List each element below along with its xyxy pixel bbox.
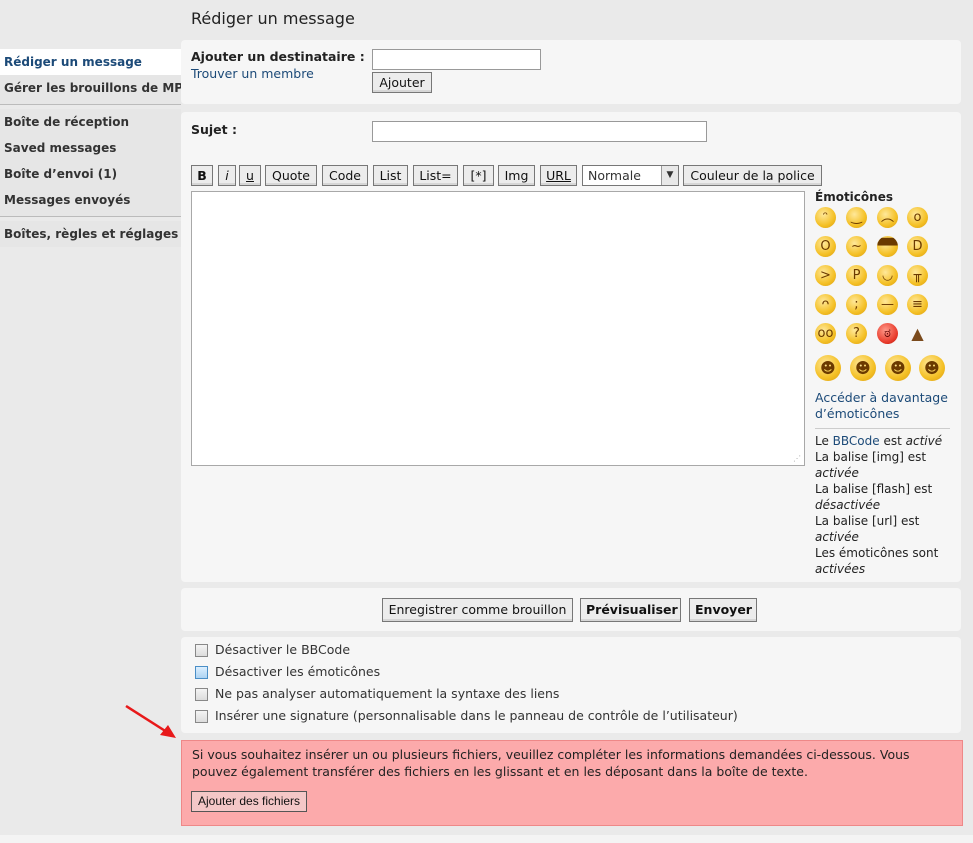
img-status-text: La balise [img] est [815,450,927,464]
url-button[interactable]: URL [540,165,577,186]
smilies-state: activées [815,562,866,576]
mad-icon[interactable]: >< [815,265,836,286]
page-title: Rédiger un message [191,9,355,28]
razz-icon[interactable]: P [846,265,867,286]
sidebar-item-saved[interactable]: Saved messages [0,135,181,161]
send-button[interactable]: Envoyer [689,598,757,622]
url-status-text: La balise [url] est [815,514,920,528]
wink-icon[interactable]: ; [846,294,867,315]
detective-icon[interactable]: ☻ [919,355,945,381]
footer-strip [0,835,973,843]
grimace-icon[interactable]: ≡ [907,294,928,315]
sidebar-item-rules[interactable]: Boîtes, règles et réglages [0,221,181,247]
recipient-label: Ajouter un destinataire : [191,49,365,64]
bold-button[interactable]: B [191,165,213,186]
sidebar-nav: Rédiger un message Gérer les brouillons … [0,49,181,247]
surprised-icon[interactable]: o [907,207,928,228]
message-textarea[interactable] [191,191,805,466]
list-button[interactable]: List [373,165,408,186]
neutral-icon[interactable]: — [877,294,898,315]
sidebar-item-inbox[interactable]: Boîte de réception [0,109,181,135]
font-size-select[interactable]: Normale ▼ [582,165,679,186]
smile-icon[interactable]: ‿ [846,207,867,228]
grin-icon[interactable]: ᵔ [815,207,836,228]
sidebar-item-compose[interactable]: Rédiger un message [0,49,181,75]
cool-icon[interactable]: ▀▀ [877,236,898,257]
sidebar-item-drafts[interactable]: Gérer les brouillons de MP [0,75,181,101]
angry-icon[interactable]: ಠ [877,323,898,344]
smilies-divider [815,428,950,429]
thinking-icon[interactable]: ? [846,323,867,344]
bbcode-help-link[interactable]: BBCode [833,434,880,448]
img-state: activée [815,466,859,480]
sidebar-item-sent[interactable]: Messages envoyés [0,187,181,213]
actions-panel: Enregistrer comme brouillon Prévisualise… [181,588,961,631]
add-recipient-button[interactable]: Ajouter [372,72,432,93]
geek-icon[interactable]: oo [815,323,836,344]
italic-button[interactable]: i [218,165,236,186]
code-button[interactable]: Code [322,165,368,186]
rolleyes-icon[interactable]: ᴖ [815,294,836,315]
laughing-icon[interactable]: D [907,236,928,257]
flash-state: désactivée [815,498,881,512]
recipient-input[interactable] [372,49,541,70]
font-size-value: Normale [588,168,641,183]
recipient-panel: Ajouter un destinataire : Trouver un mem… [181,40,961,104]
disable-smilies-checkbox[interactable] [195,666,208,679]
bbcode-status: Le BBCode est activé La balise [img] est… [815,433,955,577]
disable-bbcode-checkbox[interactable] [195,644,208,657]
bbcode-toolbar: B i u Quote Code List List= [*] Img URL … [191,165,951,187]
smilies-grid: ᵔ ‿ ︵ o O ~ ▀▀ D >< P ◡ ╥ ᴖ ; — ≡ oo ? ಠ… [815,207,947,387]
option-label: Désactiver le BBCode [215,642,351,657]
attachments-notice-text: Si vous souhaitez insérer un ou plusieur… [192,747,910,779]
quote-button[interactable]: Quote [265,165,317,186]
underline-button[interactable]: u [239,165,261,186]
poop-icon[interactable]: ▲ [907,323,928,344]
resize-grip-icon[interactable]: ⋰ [793,454,801,463]
annotation-arrow-icon [125,704,176,738]
attachments-notice: Si vous souhaitez insérer un ou plusieur… [181,740,963,826]
list-item-button[interactable]: [*] [463,165,494,186]
smilies-status-text: Les émoticônes sont [815,546,939,560]
sidebar-divider [0,101,181,105]
url-state: activée [815,530,859,544]
cowboy-icon[interactable]: ☻ [850,355,876,381]
option-label: Insérer une signature (personnalisable d… [215,708,738,723]
option-label: Désactiver les émoticônes [215,664,381,679]
add-files-button[interactable]: Ajouter des fichiers [191,791,308,812]
blush-icon[interactable]: ◡ [877,265,898,286]
img-button[interactable]: Img [498,165,535,186]
attach-signature-checkbox[interactable] [195,710,208,723]
sidebar-divider [0,213,181,217]
option-label: Ne pas analyser automatiquement la synta… [215,686,560,701]
cry-icon[interactable]: ╥ [907,265,928,286]
options-panel: Désactiver le BBCode Désactiver les émot… [181,637,961,733]
ordered-list-button[interactable]: List= [413,165,458,186]
compose-panel: Sujet : B i u Quote Code List List= [*] … [181,112,961,582]
subject-input[interactable] [372,121,707,142]
sad-icon[interactable]: ︵ [877,207,898,228]
preview-button[interactable]: Prévisualiser [580,598,681,622]
more-smilies-link[interactable]: Accéder à davantage d’émoticônes [815,390,955,422]
bbcode-status-text: est [879,434,906,448]
sherlock-icon[interactable]: ☻ [815,355,841,381]
disable-magic-url-checkbox[interactable] [195,688,208,701]
shocked-icon[interactable]: O [815,236,836,257]
chevron-down-icon: ▼ [661,166,678,185]
bbcode-status-text: Le [815,434,833,448]
sidebar-item-outbox[interactable]: Boîte d’envoi (1) [0,161,181,187]
font-color-button[interactable]: Couleur de la police [683,165,822,186]
flash-status-text: La balise [flash] est [815,482,933,496]
find-member-link[interactable]: Trouver un membre [191,66,314,81]
subject-label: Sujet : [191,122,237,137]
confused-icon[interactable]: ~ [846,236,867,257]
bbcode-state: activé [905,434,943,448]
smilies-title: Émoticônes [815,190,893,204]
save-draft-button[interactable]: Enregistrer comme brouillon [382,598,573,622]
asian-icon[interactable]: ☻ [885,355,911,381]
smilies-box: Émoticônes ᵔ ‿ ︵ o O ~ ▀▀ D >< P ◡ ╥ ᴖ ;… [815,190,955,577]
